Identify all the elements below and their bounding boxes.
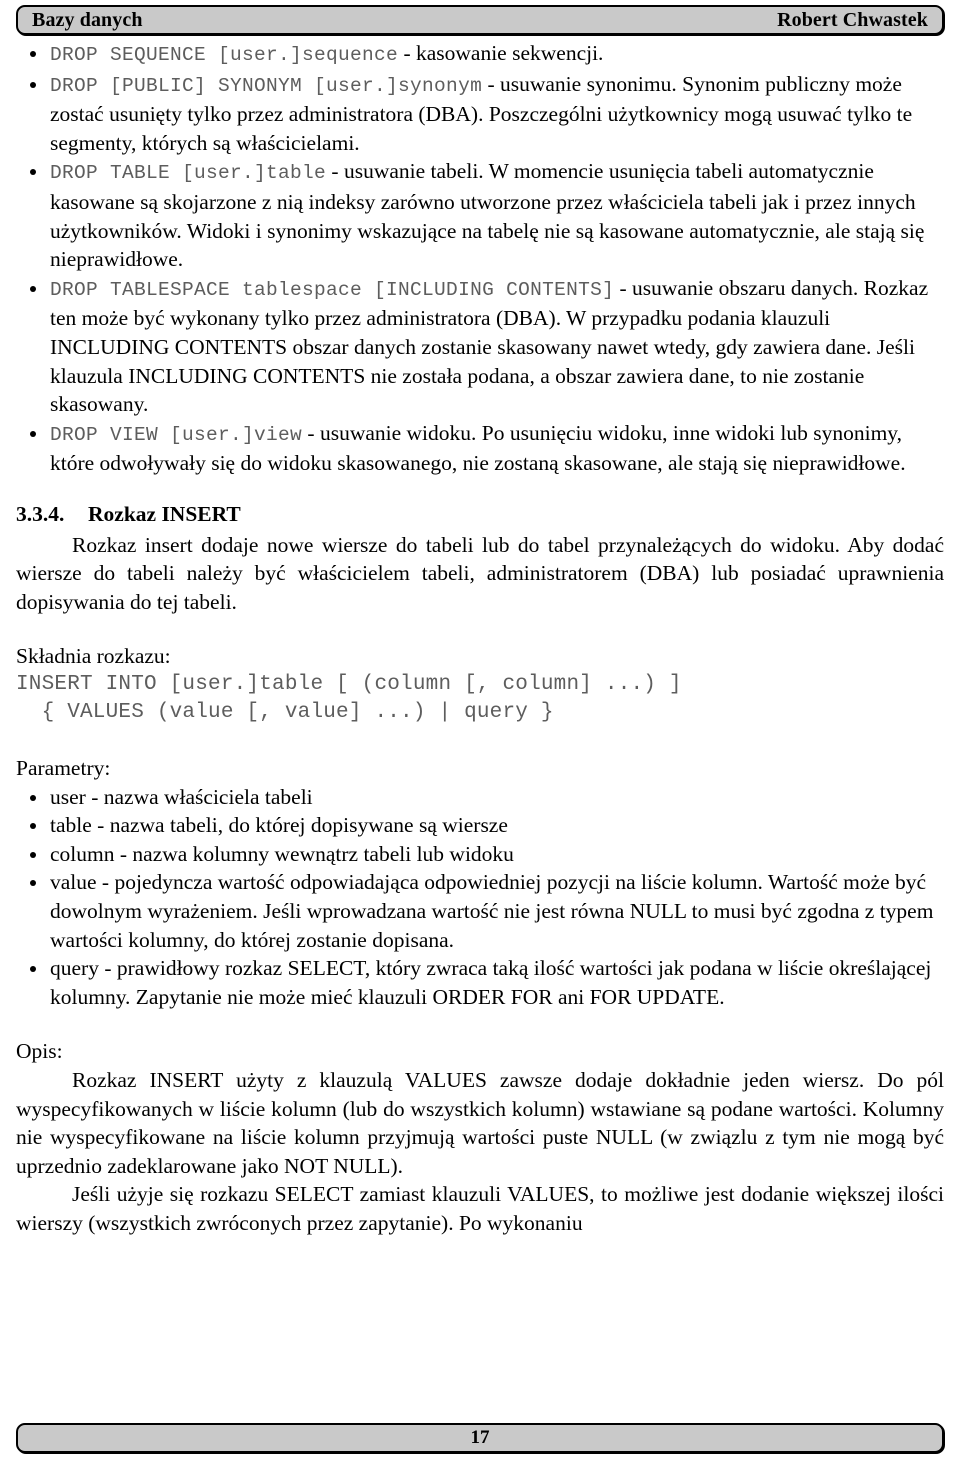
description-paragraph-2: Jeśli użyje się rozkazu SELECT zamiast k… <box>16 1182 944 1235</box>
list-item: table - nazwa tabeli, do której dopisywa… <box>16 811 944 840</box>
list-item: query - prawidłowy rozkaz SELECT, który … <box>16 954 944 1011</box>
list-item: user - nazwa właściciela tabeli <box>16 783 944 812</box>
list-item: DROP SEQUENCE [user.]sequence - kasowani… <box>16 39 944 70</box>
parameters-list: user - nazwa właściciela tabeli table - … <box>16 783 944 1012</box>
section-heading: 3.3.4. Rozkaz INSERT <box>16 500 944 529</box>
list-item: value - pojedyncza wartość odpowiadająca… <box>16 868 944 954</box>
page-number: 17 <box>470 1427 490 1448</box>
list-item: DROP TABLE [user.]table - usuwanie tabel… <box>16 157 944 273</box>
list-item: DROP [PUBLIC] SYNONYM [user.]synonym - u… <box>16 70 944 158</box>
parameters-label: Parametry: <box>16 756 111 781</box>
list-item: column - nazwa kolumny wewnątrz tabeli l… <box>16 840 944 869</box>
sql-code: DROP TABLESPACE tablespace [INCLUDING CO… <box>50 278 615 301</box>
list-item: DROP TABLESPACE tablespace [INCLUDING CO… <box>16 274 944 419</box>
item-description: - kasowanie sekwencji. <box>398 41 604 65</box>
drop-statements-list: DROP SEQUENCE [user.]sequence - kasowani… <box>16 39 944 478</box>
sql-code: DROP SEQUENCE [user.]sequence <box>50 44 399 66</box>
header-document-title: Bazy danych <box>32 8 143 31</box>
page-footer-bar: 17 <box>16 1423 944 1453</box>
sql-code: DROP TABLE [user.]table <box>50 162 327 185</box>
document-page: Bazy danych Robert Chwastek DROP SEQUENC… <box>0 5 960 1461</box>
description-paragraph-1: Rozkaz INSERT użyty z klauzulą VALUES za… <box>16 1068 944 1178</box>
header-author-name: Robert Chwastek <box>777 8 928 31</box>
section-title: Rozkaz INSERT <box>88 501 241 526</box>
description-label: Opis: <box>16 1039 63 1064</box>
page-content: DROP SEQUENCE [user.]sequence - kasowani… <box>16 35 944 1238</box>
section-number: 3.3.4. <box>16 501 65 526</box>
sql-code: DROP [PUBLIC] SYNONYM [user.]synonym <box>50 74 483 97</box>
syntax-label: Składnia rozkazu: <box>16 644 171 669</box>
sql-code: DROP VIEW [user.]view <box>50 423 303 446</box>
list-item: DROP VIEW [user.]view - usuwanie widoku.… <box>16 419 944 478</box>
page-header-bar: Bazy danych Robert Chwastek <box>16 5 944 35</box>
syntax-code-block: INSERT INTO [user.]table [ (column [, co… <box>16 672 682 725</box>
section-intro-paragraph: Rozkaz insert dodaje nowe wiersze do tab… <box>16 532 944 614</box>
